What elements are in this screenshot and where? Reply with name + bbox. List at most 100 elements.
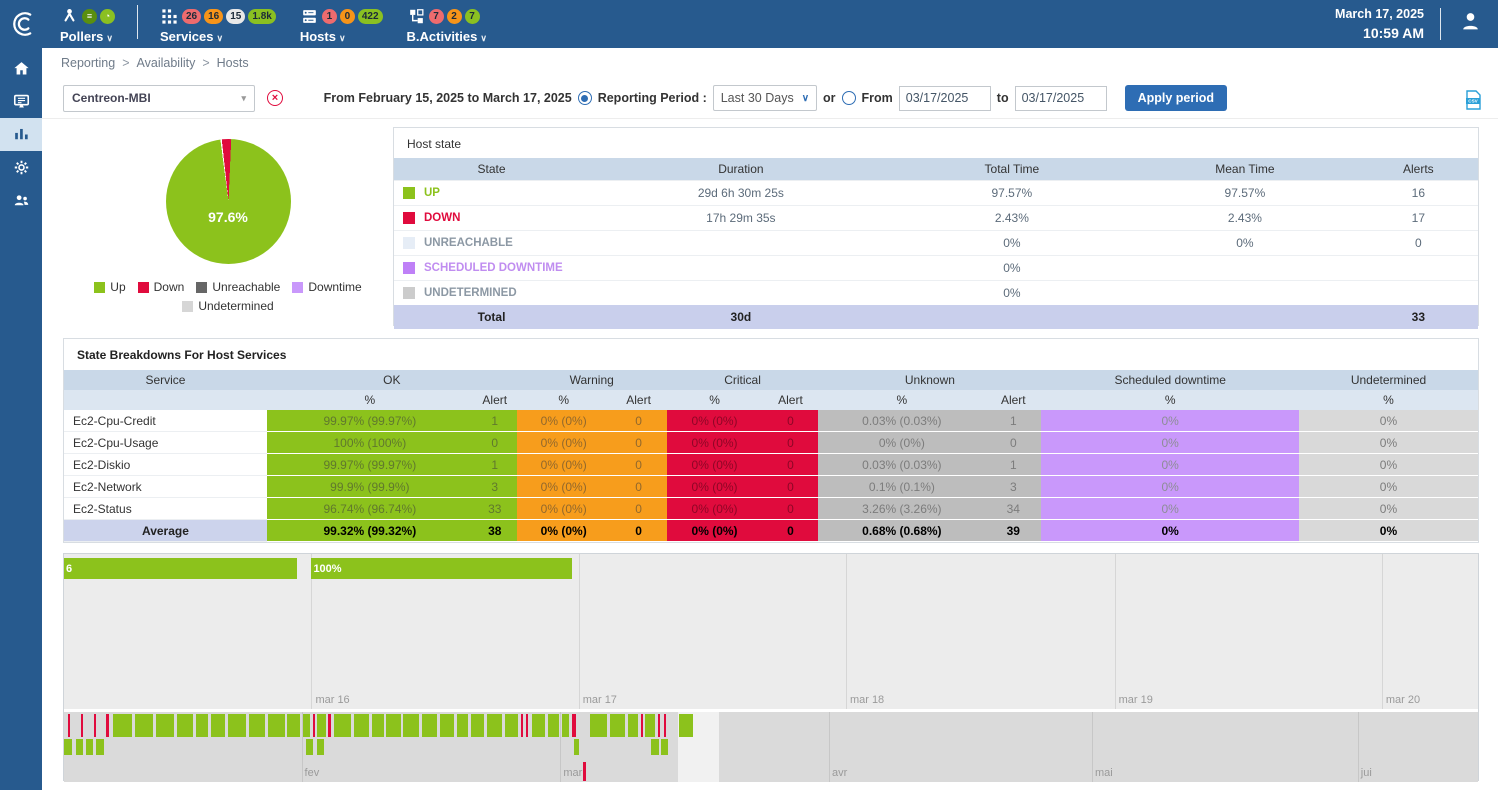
menu-hosts-label: Hosts∨ <box>300 29 383 44</box>
service-breakdown-panel: State Breakdowns For Host Services Servi… <box>63 338 1479 543</box>
csv-export-icon[interactable]: CSV <box>1465 90 1482 113</box>
breadcrumb-availability[interactable]: Availability <box>137 56 196 70</box>
breakdown-cell-7: 1 <box>985 454 1041 476</box>
menu-hosts[interactable]: 10422 Hosts∨ <box>300 6 383 44</box>
chevron-down-icon: ▾ <box>241 93 246 104</box>
state-label: UP <box>424 187 440 199</box>
badge-bactivities-1[interactable]: 2 <box>447 9 462 24</box>
home-icon <box>12 59 31 78</box>
breakdown-cell-7: 1 <box>985 410 1041 432</box>
legend-item-downtime[interactable]: Downtime <box>292 280 361 294</box>
breakdown-cell-4: 0% (0%) <box>667 476 763 498</box>
navigator-gridline <box>1092 712 1093 782</box>
sidebar-item-administration[interactable] <box>0 184 42 217</box>
badge-bactivities-0[interactable]: 7 <box>429 9 444 24</box>
badge-services-2[interactable]: 15 <box>226 9 245 24</box>
navigator-gridline <box>829 712 830 782</box>
csv-file-icon: CSV <box>1465 90 1482 110</box>
navigator-up-segment <box>303 714 310 737</box>
navigator-secondary-segment <box>306 739 313 755</box>
navigator-up-segment <box>372 714 383 737</box>
breakdown-cell-4: 0% (0%) <box>667 410 763 432</box>
badge-hosts-2[interactable]: 422 <box>358 9 383 24</box>
legend-label: Downtime <box>308 280 361 294</box>
menu-pollers[interactable]: ≡◔ Pollers∨ <box>60 6 115 44</box>
service-breakdown-sub-header: %Alert%Alert%Alert%Alert%% <box>64 390 1478 410</box>
navigator-up-segment <box>287 714 300 737</box>
breadcrumb-hosts[interactable]: Hosts <box>217 56 249 70</box>
pie-percentage-label: 97.6% <box>166 209 291 225</box>
user-menu[interactable] <box>1457 8 1484 40</box>
breakdown-group-scheduled-downtime: Scheduled downtime <box>1041 373 1299 387</box>
left-sidebar <box>0 48 42 790</box>
badge-services-3[interactable]: 1.8k <box>248 9 275 24</box>
from-date-input[interactable] <box>899 86 991 111</box>
breakdown-cell-2: 0% (0%) <box>517 520 611 542</box>
sidebar-item-home[interactable] <box>0 52 42 85</box>
navigator-secondary-segment <box>86 739 93 755</box>
period-select[interactable]: Last 30 Days ∨ <box>713 85 817 111</box>
breadcrumb-reporting[interactable]: Reporting <box>61 56 115 70</box>
breakdown-cell-6: 0.03% (0.03%) <box>818 454 985 476</box>
badge-services-1[interactable]: 16 <box>204 9 223 24</box>
badge-services-0[interactable]: 26 <box>182 9 201 24</box>
apply-period-button[interactable]: Apply period <box>1125 85 1227 111</box>
breakdown-group-ok: OK <box>267 373 517 387</box>
to-date-input[interactable] <box>1015 86 1107 111</box>
navigator-secondary-segment <box>64 739 72 755</box>
pollers-icon <box>60 7 79 26</box>
centreon-logo[interactable] <box>0 9 48 39</box>
main-content: Reporting>Availability>Hosts Centreon-MB… <box>42 48 1498 790</box>
custom-period-radio[interactable] <box>842 91 856 105</box>
badge-pollers-1[interactable]: ◔ <box>100 9 115 24</box>
breakdown-group-unknown: Unknown <box>818 373 1041 387</box>
clear-selection-icon[interactable]: × <box>267 90 283 106</box>
period-controls: From February 15, 2025 to March 17, 2025… <box>324 85 1227 111</box>
badge-bactivities-2[interactable]: 7 <box>465 9 480 24</box>
sidebar-item-reporting[interactable] <box>0 118 42 151</box>
legend-item-up[interactable]: Up <box>94 280 125 294</box>
menu-pollers-label: Pollers∨ <box>60 29 115 44</box>
legend-item-undetermined[interactable]: Undetermined <box>182 299 273 313</box>
timeline-day-label: mar 18 <box>850 694 884 706</box>
state-cell: UNDETERMINED <box>394 287 589 299</box>
legend-label: Up <box>110 280 125 294</box>
service-breakdown-title: State Breakdowns For Host Services <box>64 339 1478 370</box>
hosts-icon <box>300 7 319 26</box>
menu-services[interactable]: 2616151.8kServices∨ <box>160 6 276 44</box>
breakdown-cell-6: 0.68% (0.68%) <box>818 520 985 542</box>
breakdown-average-row: Average99.32% (99.32%)380% (0%)00% (0%)0… <box>64 520 1478 542</box>
navigator-up-segment <box>422 714 438 737</box>
timeline-main-chart[interactable]: mar 16mar 17mar 18mar 19mar 206100% <box>64 554 1478 709</box>
menu-bactivities[interactable]: 727B.Activities∨ <box>407 6 487 44</box>
sidebar-item-configuration[interactable] <box>0 151 42 184</box>
timeline-gridline <box>846 554 847 709</box>
badge-hosts-0[interactable]: 1 <box>322 9 337 24</box>
chevron-down-icon: ∨ <box>339 33 346 43</box>
timeline-gridline <box>579 554 580 709</box>
navigator-down-segment <box>641 714 643 737</box>
top-section: 97.6% Up Down Unreachable Downtime Undetermi… <box>42 119 1498 326</box>
badge-pollers-0[interactable]: ≡ <box>82 9 97 24</box>
legend-item-down[interactable]: Down <box>138 280 185 294</box>
breakdown-subheader-5: % <box>667 390 763 410</box>
breadcrumb-separator: > <box>122 56 129 70</box>
state-label: DOWN <box>424 212 460 224</box>
monitoring-icon <box>12 92 31 111</box>
timeline-navigator[interactable]: fevmaravrmaijui <box>64 712 1478 782</box>
host-group-select[interactable]: Centreon-MBI ▾ <box>63 85 255 112</box>
navigator-up-segment <box>135 714 153 737</box>
navigator-up-segment <box>645 714 655 737</box>
breakdown-cell-9: 0% <box>1299 410 1478 432</box>
badge-hosts-1[interactable]: 0 <box>340 9 355 24</box>
navigator-month-label: mai <box>1095 767 1113 779</box>
to-label: to <box>997 91 1009 105</box>
sidebar-item-monitoring[interactable] <box>0 85 42 118</box>
host-state-rows: UP29d 6h 30m 25s97.57%97.57%16DOWN17h 29… <box>394 180 1478 305</box>
gear-icon <box>12 158 31 177</box>
reporting-period-radio[interactable] <box>578 91 592 105</box>
navigator-up-segment <box>177 714 193 737</box>
breadcrumb: Reporting>Availability>Hosts <box>42 48 1498 78</box>
legend-item-unreachable[interactable]: Unreachable <box>196 280 280 294</box>
breakdown-cell-1: 3 <box>473 476 517 498</box>
